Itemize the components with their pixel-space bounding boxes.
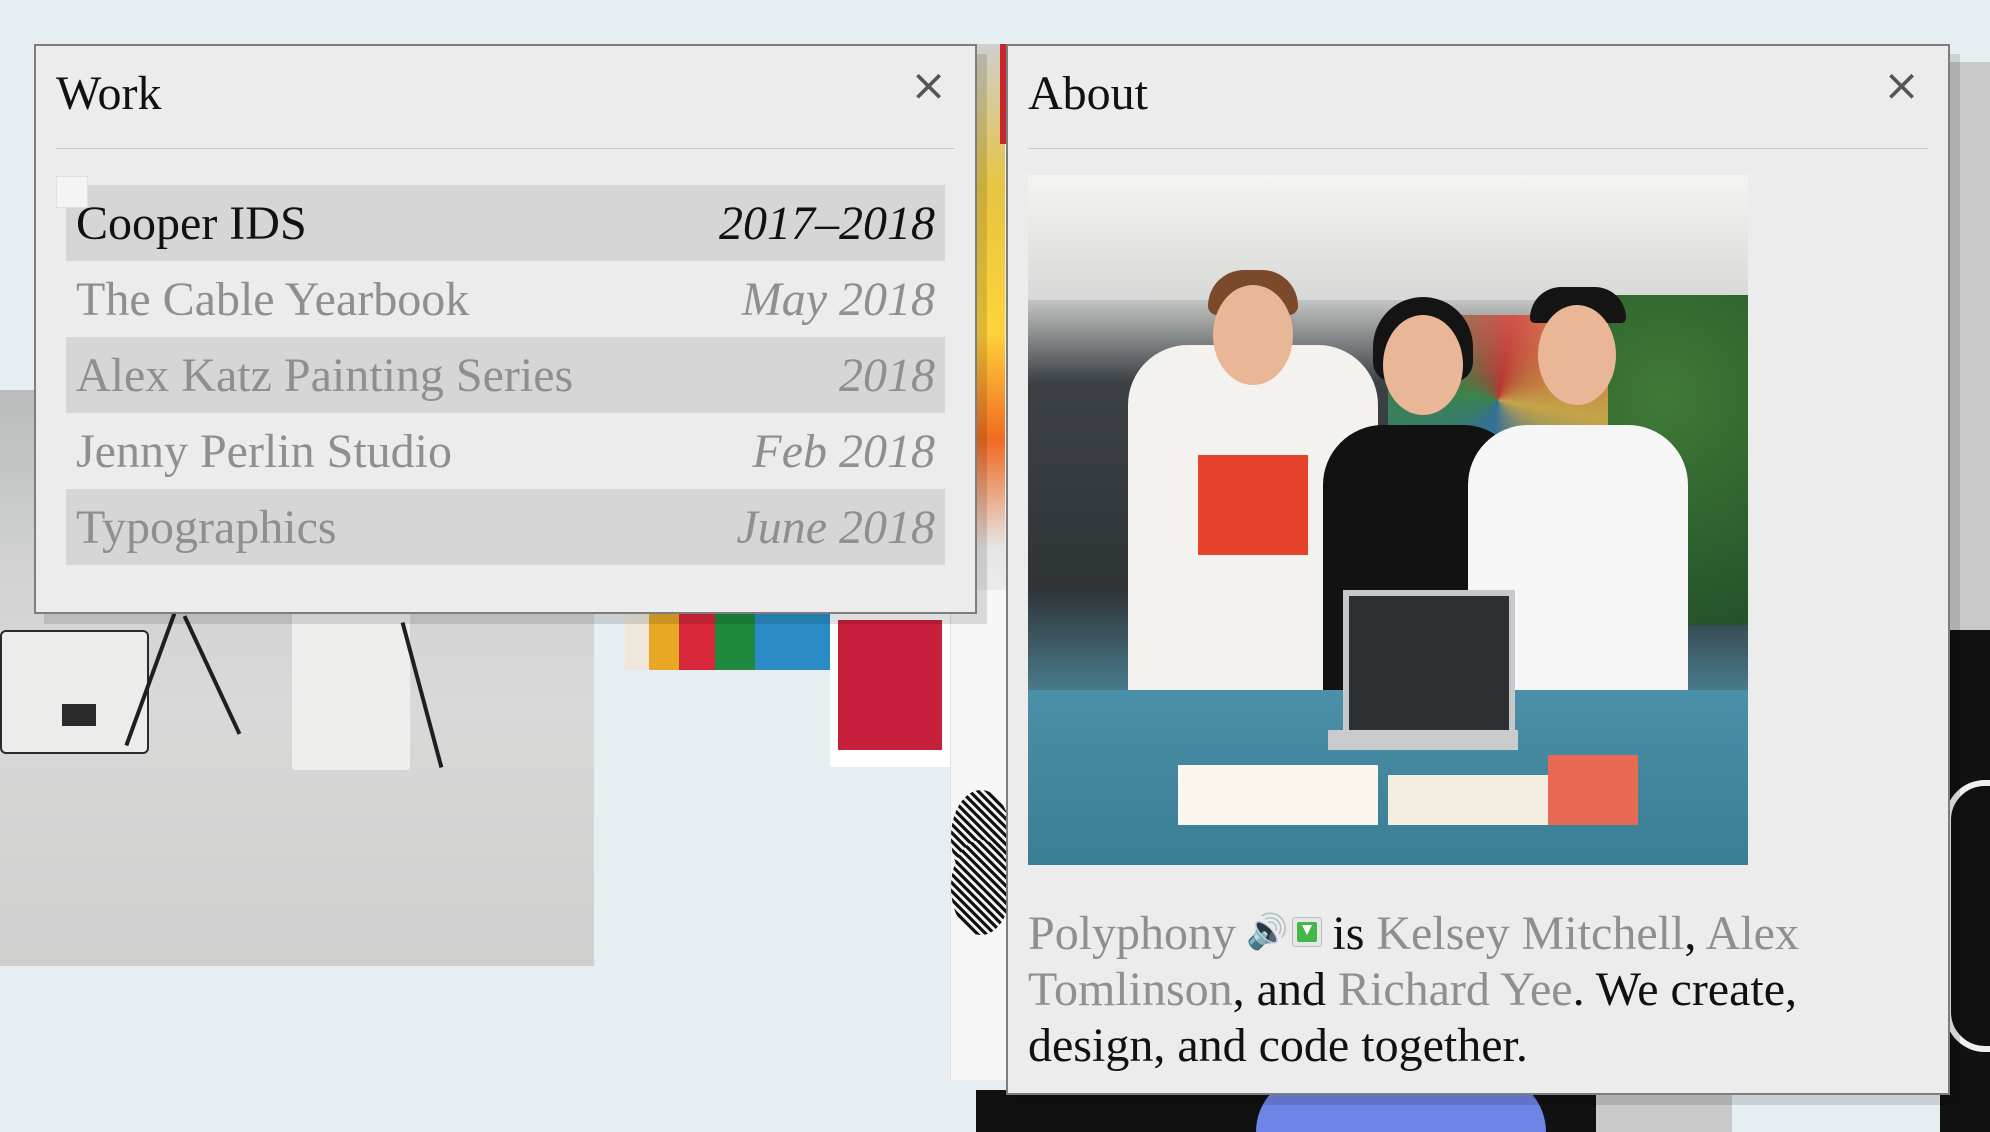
work-item-date: May 2018	[741, 272, 935, 326]
background-grey-panel	[1946, 62, 1990, 632]
work-list: Cooper IDS 2017–2018 The Cable Yearbook …	[66, 185, 945, 565]
speaker-icon[interactable]: 🔊	[1246, 904, 1288, 960]
background-grey-bottom	[1596, 1090, 1732, 1132]
kelsey-mitchell-link[interactable]: Kelsey Mitchell	[1376, 907, 1684, 960]
paper-sheet	[1178, 765, 1378, 825]
polyphony-link[interactable]: Polyphony	[1028, 907, 1236, 960]
tent-canopy	[1028, 175, 1748, 300]
work-item-date: 2017–2018	[719, 196, 935, 250]
download-icon[interactable]	[1292, 917, 1323, 947]
about-window-title: About	[1028, 67, 1148, 120]
text-and: , and	[1232, 963, 1326, 1016]
work-item-typographics[interactable]: Typographics June 2018	[66, 489, 945, 565]
team-photo	[1028, 175, 1748, 865]
chair-leg	[182, 615, 242, 735]
close-icon[interactable]: ×	[1883, 64, 1920, 108]
work-item-jenny-perlin[interactable]: Jenny Perlin Studio Feb 2018	[66, 413, 945, 489]
chair-logo	[62, 704, 96, 726]
work-item-title: Alex Katz Painting Series	[76, 348, 574, 402]
chair-shape	[292, 610, 410, 770]
head	[1383, 315, 1463, 415]
work-item-alex-katz[interactable]: Alex Katz Painting Series 2018	[66, 337, 945, 413]
head	[1213, 285, 1293, 385]
work-item-date: 2018	[839, 348, 935, 402]
work-window[interactable]: Work × Cooper IDS 2017–2018 The Cable Ye…	[34, 44, 977, 614]
text-is: is	[1332, 907, 1365, 960]
work-item-cable-yearbook[interactable]: The Cable Yearbook May 2018	[66, 261, 945, 337]
richard-yee-link[interactable]: Richard Yee	[1338, 963, 1573, 1016]
work-item-title: Jenny Perlin Studio	[76, 424, 453, 478]
shirt-print	[1198, 455, 1308, 555]
letter-curl	[1945, 780, 1990, 1052]
work-window-header[interactable]: Work ×	[56, 46, 955, 149]
background-color-swatches	[625, 612, 830, 670]
work-window-title: Work	[56, 67, 162, 120]
focus-indicator	[56, 176, 88, 208]
background-diagram	[950, 590, 1011, 1080]
background-red-card	[830, 612, 952, 767]
red-card-fill	[838, 620, 942, 750]
background-black-bottom	[976, 1074, 1596, 1132]
pattern-blob	[951, 840, 1011, 935]
head	[1538, 305, 1616, 405]
about-window[interactable]: About × Polyphony 🔊 is Kelsey Mitchell, Al…	[1006, 44, 1950, 1095]
work-item-date: Feb 2018	[752, 424, 935, 478]
about-description: Polyphony 🔊 is Kelsey Mitchell, Alex Tomli…	[1028, 904, 1928, 1074]
work-item-date: June 2018	[736, 500, 935, 554]
laptop-base	[1328, 730, 1518, 750]
work-item-title: Cooper IDS	[76, 196, 307, 250]
download-arrow	[1302, 925, 1313, 935]
close-icon[interactable]: ×	[910, 64, 947, 108]
about-window-header[interactable]: About ×	[1028, 46, 1928, 149]
sticker-sheet	[1548, 755, 1638, 825]
text-comma: ,	[1684, 907, 1697, 960]
laptop	[1343, 590, 1515, 742]
paper-sheet	[1388, 775, 1548, 825]
work-item-title: Typographics	[76, 500, 337, 554]
work-item-cooper-ids[interactable]: Cooper IDS 2017–2018	[66, 185, 945, 261]
work-item-title: The Cable Yearbook	[76, 272, 470, 326]
